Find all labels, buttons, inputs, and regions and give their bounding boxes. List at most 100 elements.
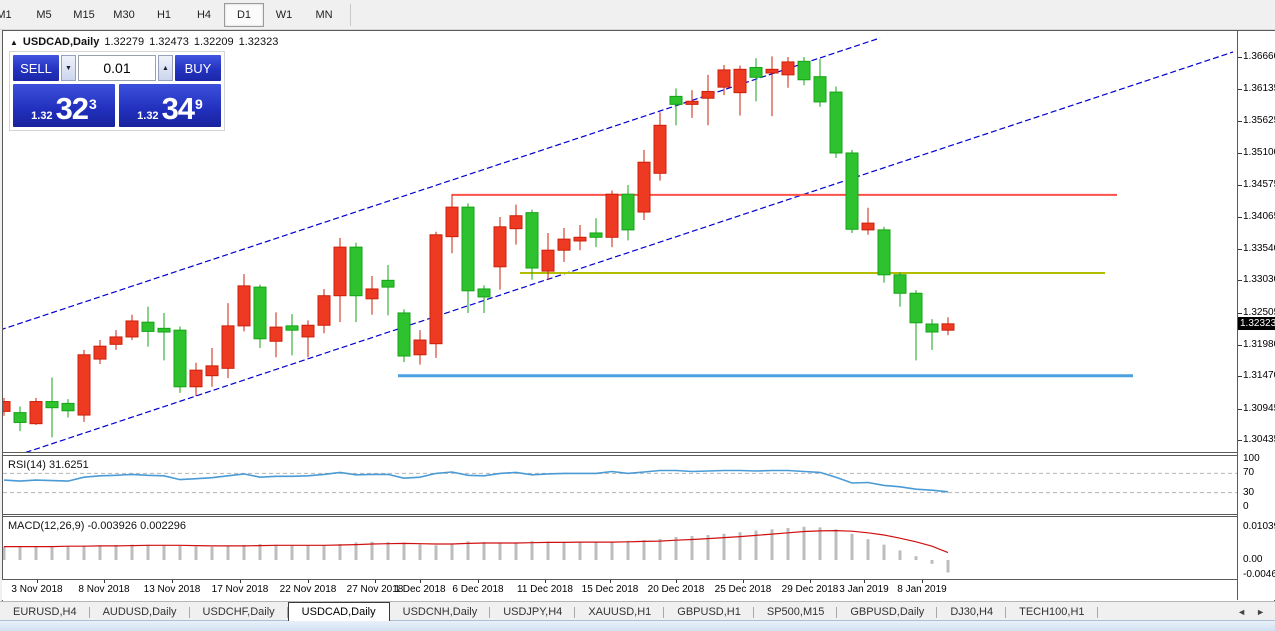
timeframe-button-m5[interactable]: M5: [24, 3, 64, 27]
status-strip: [0, 620, 1275, 631]
chart-tab-audusd-daily[interactable]: AUDUSD,Daily: [90, 604, 190, 621]
time-axis-label: 22 Nov 2018: [280, 584, 337, 595]
time-axis-label: 11 Dec 2018: [517, 584, 573, 595]
chart-tab-eurusd-h4[interactable]: EURUSD,H4: [0, 604, 90, 621]
volume-increase-button[interactable]: ▲: [158, 55, 173, 81]
scroll-tabs-right-icon[interactable]: ►: [1256, 607, 1265, 617]
price-tick: [1238, 153, 1242, 154]
volume-input[interactable]: 0.01: [78, 55, 156, 81]
chart-title: ▲ USDCAD,Daily 1.32279 1.32473 1.32209 1…: [10, 36, 278, 49]
candle-body: [222, 326, 234, 368]
chart-tab-usdjpy-h4[interactable]: USDJPY,H4: [490, 604, 575, 621]
candle-body: [30, 402, 42, 424]
price-axis-label: 1.30435: [1243, 434, 1275, 445]
candle-body: [782, 62, 794, 75]
timeframe-button-m30[interactable]: M30: [104, 3, 144, 27]
candle-body: [462, 207, 474, 291]
price-tick: [1238, 57, 1242, 58]
macd-histogram-bar: [35, 547, 38, 560]
time-tick: [478, 580, 479, 583]
candle-body: [366, 289, 378, 299]
candle-body: [798, 61, 810, 79]
close-value: 1.32323: [239, 36, 279, 49]
time-tick: [610, 580, 611, 583]
candle-body: [318, 296, 330, 326]
candle-body: [254, 287, 266, 339]
time-tick: [545, 580, 546, 583]
chart-tab-tech100-h1[interactable]: TECH100,H1: [1006, 604, 1097, 621]
macd-histogram-bar: [387, 542, 390, 560]
chart-tab-gbpusd-daily[interactable]: GBPUSD,Daily: [837, 604, 937, 621]
macd-histogram-bar: [915, 556, 918, 560]
chart-tab-xauusd-h1[interactable]: XAUUSD,H1: [575, 604, 664, 621]
buy-button[interactable]: BUY: [175, 55, 221, 81]
candle-body: [702, 91, 714, 98]
timeframe-button-m15[interactable]: M15: [64, 3, 104, 27]
price-tick: [1238, 440, 1242, 441]
chart-tab-gbpusd-h1[interactable]: GBPUSD,H1: [664, 604, 754, 621]
panel-splitter[interactable]: [2, 455, 1273, 456]
sell-button[interactable]: SELL: [13, 55, 59, 81]
candle-body: [14, 413, 26, 423]
panel-splitter[interactable]: [2, 452, 1273, 453]
macd-label: MACD(12,26,9) -0.003926 0.002296: [8, 520, 186, 532]
price-axis-label: 1.35100: [1243, 147, 1275, 158]
macd-histogram-bar: [595, 542, 598, 560]
time-axis[interactable]: 3 Nov 20188 Nov 201813 Nov 201817 Nov 20…: [2, 580, 1237, 600]
timeframe-toolbar: M1M5M15M30H1H4D1W1MN: [0, 0, 1275, 30]
macd-histogram-bar: [163, 545, 166, 560]
price-axis-label: 1.31980: [1243, 339, 1275, 350]
price-axis-label: 1.33030: [1243, 274, 1275, 285]
mt4-terminal: M1M5M15M30H1H4D1W1MN ▲ USDCAD,Daily 1.32…: [0, 0, 1275, 631]
candle-body: [382, 280, 394, 287]
macd-indicator-canvas[interactable]: [3, 517, 1237, 579]
price-tick: [1238, 313, 1242, 314]
candle-body: [270, 327, 282, 341]
candle-body: [862, 223, 874, 230]
low-value: 1.32209: [194, 36, 234, 49]
time-axis-label: 13 Nov 2018: [144, 584, 201, 595]
candle-body: [750, 67, 762, 77]
macd-histogram-bar: [99, 545, 102, 560]
chart-tab-sp500-m15[interactable]: SP500,M15: [754, 604, 837, 621]
candle-body: [494, 227, 506, 267]
panel-splitter[interactable]: [2, 516, 1273, 517]
collapse-arrow-icon[interactable]: ▲: [10, 36, 18, 49]
chart-tab-usdchf-daily[interactable]: USDCHF,Daily: [190, 604, 288, 621]
macd-histogram-bar: [67, 546, 70, 560]
macd-histogram-bar: [515, 542, 518, 560]
macd-histogram-bar: [435, 545, 438, 560]
chevron-down-icon: ▼: [65, 65, 72, 72]
candle-body: [894, 275, 906, 293]
timeframe-button-w1[interactable]: W1: [264, 3, 304, 27]
buy-price-point: 9: [195, 97, 203, 111]
current-price-label: 1.32323: [1238, 317, 1275, 330]
timeframe-button-h1[interactable]: H1: [144, 3, 184, 27]
time-axis-label: 25 Dec 2018: [715, 584, 772, 595]
macd-histogram-bar: [611, 542, 614, 560]
sell-price-pips: 32: [56, 94, 88, 124]
open-value: 1.32279: [104, 36, 144, 49]
chart-tab-usdcad-daily[interactable]: USDCAD,Daily: [288, 602, 390, 621]
price-axis[interactable]: 1.366601.361351.356251.351001.345751.340…: [1238, 31, 1275, 600]
buy-price-button[interactable]: 1.32 34 9: [119, 84, 221, 127]
timeframe-button-mn[interactable]: MN: [304, 3, 344, 27]
time-tick: [308, 580, 309, 583]
timeframe-button-h4[interactable]: H4: [184, 3, 224, 27]
price-tick: [1238, 185, 1242, 186]
timeframe-button-d1[interactable]: D1: [224, 3, 264, 27]
rsi-indicator-canvas[interactable]: [3, 456, 1237, 514]
macd-histogram-bar: [643, 540, 646, 560]
panel-splitter[interactable]: [2, 514, 1273, 515]
scroll-tabs-left-icon[interactable]: ◄: [1237, 607, 1246, 617]
sell-price-button[interactable]: 1.32 32 3: [13, 84, 115, 127]
macd-histogram-bar: [899, 550, 902, 560]
candle-body: [3, 402, 10, 412]
timeframe-button-m1[interactable]: M1: [0, 3, 24, 27]
chart-tab-usdcnh-daily[interactable]: USDCNH,Daily: [390, 604, 491, 621]
buy-price-pips: 34: [162, 94, 194, 124]
candle-body: [126, 321, 138, 337]
macd-histogram-bar: [931, 560, 934, 564]
volume-decrease-button[interactable]: ▼: [61, 55, 76, 81]
chart-tab-dj30-h4[interactable]: DJ30,H4: [937, 604, 1006, 621]
